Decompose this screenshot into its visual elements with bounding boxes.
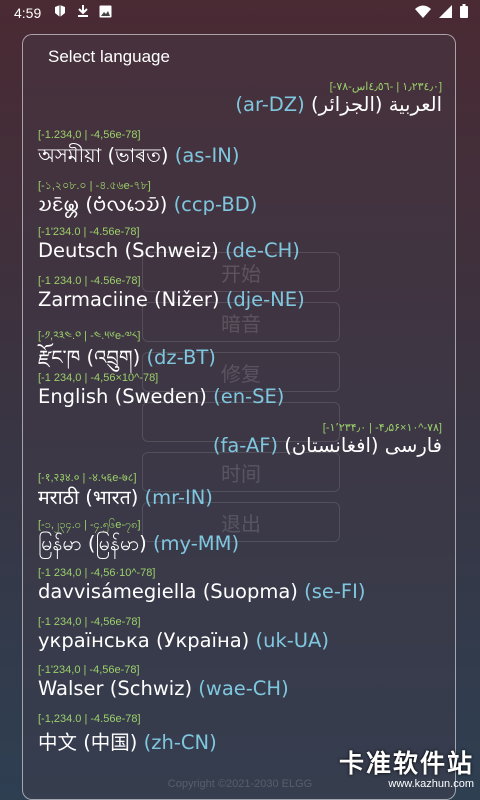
number-format-sample: [-١٫٢٣٤٫٠ | -٤٫٥٦اس-٧٨] [329, 81, 442, 93]
language-native-name: davvisámegiella (Suopma) [38, 579, 298, 603]
language-code: (de-CH) [224, 239, 300, 263]
number-format-sample: [-1,234.0 | -4.56e-78] [38, 712, 141, 725]
status-left-icons [53, 4, 112, 22]
language-code: (as-IN) [174, 143, 240, 167]
watermark: 卡准软件站 www.kazhun.com [339, 744, 474, 790]
number-format-sample: [-1 234,0 | -4,56·10^-78] [38, 566, 156, 579]
language-item[interactable]: [-١٫٢٣٤٫٠ | -٤٫٥٦اس-٧٨] (ar-DZ) العربية (… [23, 79, 455, 128]
language-name: অসমীয়া (ভাৰত) (as-IN) [38, 142, 239, 174]
language-name: Deutsch (Schweiz) (de-CH) [38, 239, 300, 262]
language-item[interactable]: [-1'234,0 | -4,56e-78] Walser (Schwiz) (w… [23, 663, 455, 712]
number-format-sample: [-1'234.0 | -4.56e-78] [38, 226, 140, 239]
language-code: (dje-NE) [225, 287, 305, 311]
number-format-sample: [-1 234.0 | -4.56e-78] [38, 274, 141, 287]
language-name: davvisámegiella (Suopma) (se-FI) [38, 580, 366, 603]
signal-icon [439, 4, 452, 22]
language-name: (fa-AF) فارسی (افغانستان) [213, 434, 442, 457]
language-native-name: Walser (Schwiz) [38, 677, 193, 701]
language-name: українська (Україна) (uk-UA) [38, 629, 329, 652]
app-notification-icon [53, 4, 67, 22]
language-dialog: Select language [-١٫٢٣٤٫٠ | -٤٫٥٦اس-٧٨](… [22, 34, 456, 800]
language-item[interactable]: [-1 234,0 | -4,56×10^-78] English (Sweden… [23, 371, 455, 420]
language-native-name: Zarmaciine (Nižer) [38, 287, 220, 311]
language-name: 𑄌𑄋𑄴𑄟𑄳𑄦 (𑄝𑄁𑄣𑄘𑄬𑄌𑄴) (ccp-BD) [38, 190, 257, 218]
language-native-name: فارسی (افغانستان) [284, 433, 442, 457]
watermark-title: 卡准软件站 [338, 749, 474, 778]
language-item[interactable]: [-۱٬۲۳۴٫۰ | -۴٫۵۶×۱۰^-۷۸] (fa-AF) فارسی (… [23, 420, 455, 469]
language-item[interactable]: [-1 234.0 | -4.56e-78] Zarmaciine (Nižer)… [23, 274, 455, 323]
status-bar: 4:59 [0, 0, 480, 26]
language-name: မြန်မာ (မြန်မာ) (my-MM) [38, 531, 239, 560]
language-code: (uk-UA) [255, 628, 329, 652]
language-code: (ar-DZ) [235, 93, 305, 116]
language-native-name: मराठी (भारत) [38, 485, 139, 509]
language-code: (en-SE) [213, 385, 285, 409]
language-code: (zh-CN) [143, 730, 217, 754]
language-code: (se-FI) [304, 579, 366, 603]
battery-icon [460, 4, 468, 22]
language-item[interactable]: [-1'234.0 | -4.56e-78] Deutsch (Schweiz) … [23, 225, 455, 274]
language-item[interactable]: [-၁,၂၃၄.၀ | -၄.၅၆e-၇၈] မြန်မာ (မြန်မာ) (m… [23, 517, 455, 566]
language-code: (wae-CH) [198, 677, 289, 701]
language-native-name: 中文 (中国) [38, 730, 138, 754]
image-icon [99, 5, 112, 22]
language-native-name: অসমীয়া (ভাৰত) [38, 143, 169, 167]
language-item[interactable]: [-༡,༢༣༤.༠ | -༤.༥༦e-༧༨] རྫོང་ཁ (འབྲུག) (dz… [23, 322, 455, 371]
language-item[interactable]: [-১,২০৮.০ | -৪.৫৬e-৭৮] 𑄌𑄋𑄴𑄟𑄳𑄦 (𑄝𑄁𑄣𑄘𑄬𑄌𑄴) (… [23, 176, 455, 225]
wifi-icon [415, 5, 431, 22]
number-format-sample: [-۱٬۲۳۴٫۰ | -۴٫۵۶×۱۰^-۷۸] [322, 421, 442, 434]
language-native-name: Deutsch (Schweiz) [38, 239, 219, 263]
language-native-name: العربية (الجزائر) [310, 93, 442, 116]
language-name: Walser (Schwiz) (wae-CH) [38, 677, 289, 700]
number-format-sample: [-1.234,0 | -4,56e-78] [38, 128, 141, 141]
language-native-name: English (Sweden) [38, 385, 207, 409]
status-right-icons [415, 4, 468, 22]
language-item[interactable]: [-1 234,0 | -4,56e-78] українська (Україн… [23, 615, 455, 664]
language-item[interactable]: [-1 234,0 | -4,56·10^-78] davvisámegiella… [23, 566, 455, 615]
language-native-name: українська (Україна) [38, 628, 250, 652]
language-code: (dz-BT) [146, 346, 216, 370]
language-name: Zarmaciine (Nižer) (dje-NE) [38, 288, 305, 311]
language-name: मराठी (भारत) (mr-IN) [38, 483, 213, 510]
language-list[interactable]: [-١٫٢٣٤٫٠ | -٤٫٥٦اس-٧٨] (ar-DZ) العربية (… [23, 79, 455, 761]
download-icon [77, 4, 89, 22]
language-code: (ccp-BD) [173, 193, 258, 217]
number-format-sample: [-1'234,0 | -4,56e-78] [38, 664, 140, 677]
dialog-title: Select language [48, 47, 170, 66]
language-name: 中文 (中国) (zh-CN) [38, 726, 217, 755]
language-native-name: 𑄌𑄋𑄴𑄟𑄳𑄦 (𑄝𑄁𑄣𑄘𑄬𑄌𑄴) [38, 193, 168, 217]
language-code: (my-MM) [152, 532, 240, 556]
status-time: 4:59 [14, 5, 42, 21]
language-name: English (Sweden) (en-SE) [38, 385, 284, 408]
language-item[interactable]: [-1.234,0 | -4,56e-78] অসমীয়া (ভাৰত) (as… [23, 128, 455, 177]
language-native-name: မြန်မာ (မြန်မာ) [38, 532, 147, 556]
language-name: (ar-DZ) العربية (الجزائر) [235, 93, 442, 116]
number-format-sample: [-1 234,0 | -4,56e-78] [38, 615, 141, 628]
language-code: (mr-IN) [144, 485, 213, 509]
language-code: (fa-AF) [212, 433, 279, 457]
language-native-name: རྫོང་ཁ (འབྲུག) [38, 346, 141, 370]
number-format-sample: [-1 234,0 | -4,56×10^-78] [38, 372, 159, 385]
language-item[interactable]: [-१,२३४.० | -४.५६e-७८] मराठी (भारत) (mr-I… [23, 469, 455, 518]
